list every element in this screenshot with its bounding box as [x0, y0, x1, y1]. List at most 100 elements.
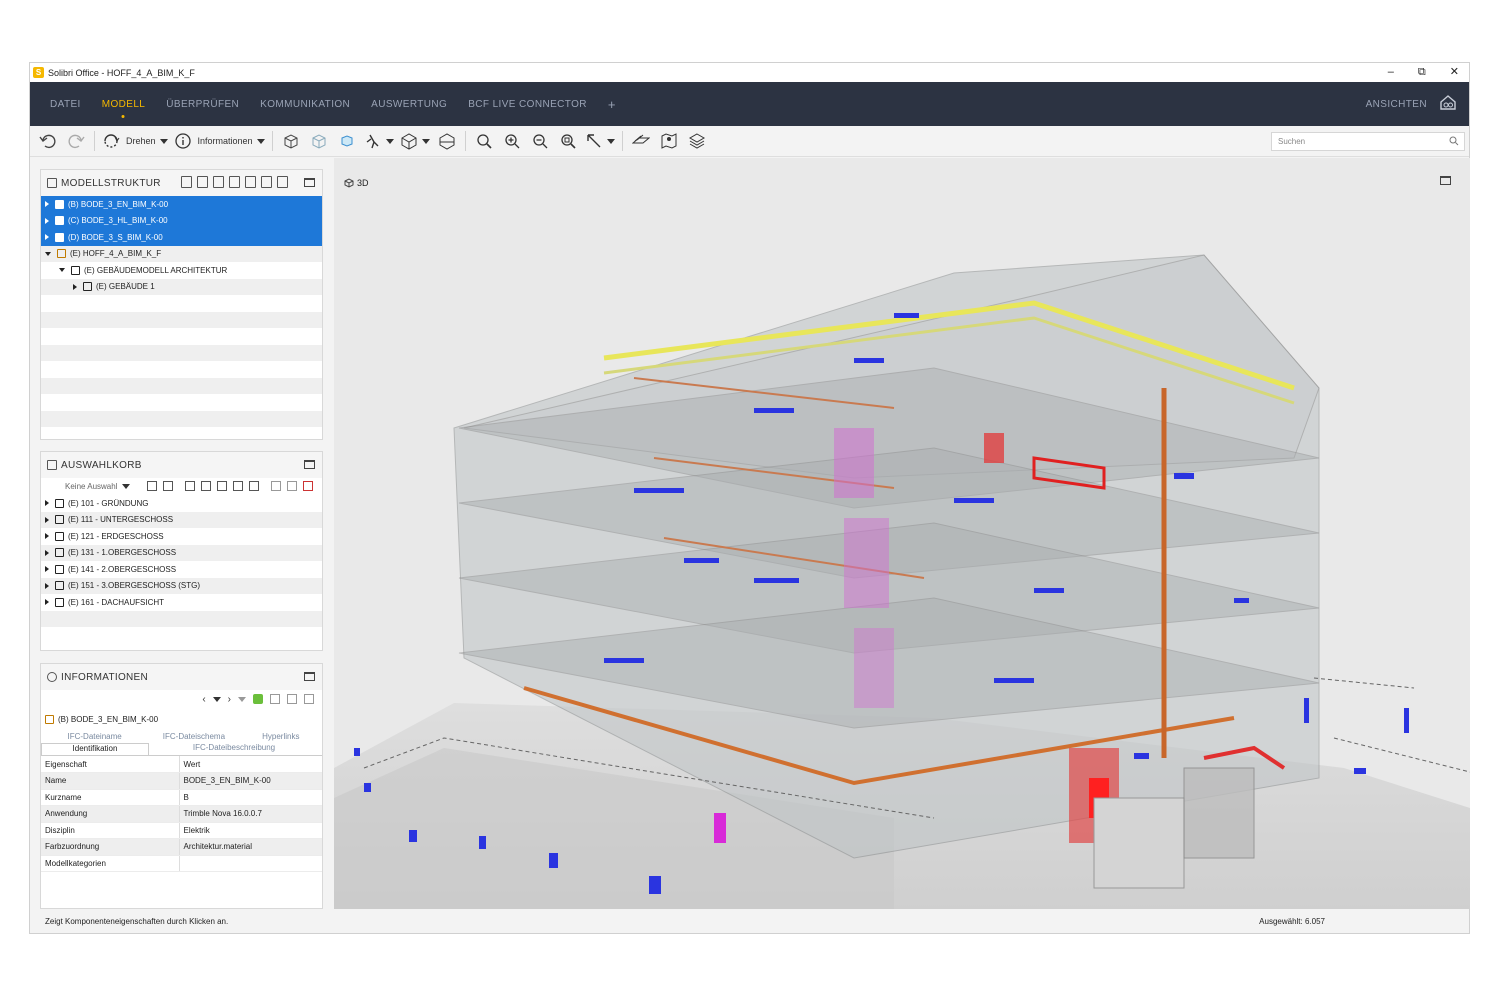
- tree-row[interactable]: (E) HOFF_4_A_BIM_K_F: [41, 245, 322, 262]
- zoom-out-icon[interactable]: [529, 130, 551, 152]
- collapse-arrow-icon[interactable]: [59, 268, 65, 273]
- classification-icon[interactable]: [213, 176, 224, 188]
- 3d-viewport[interactable]: 3D: [334, 158, 1470, 911]
- map-icon[interactable]: [658, 130, 680, 152]
- floor-row[interactable]: (E) 141 - 2.OBERGESCHOSS: [41, 561, 322, 578]
- transparency-icon[interactable]: [308, 130, 330, 152]
- expand-arrow-icon[interactable]: [45, 234, 49, 241]
- isolate-icon[interactable]: [336, 130, 358, 152]
- expand-arrow-icon[interactable]: [45, 217, 49, 224]
- show-components-icon[interactable]: [280, 130, 302, 152]
- export-icon[interactable]: [163, 481, 173, 491]
- tree-row[interactable]: (B) BODE_3_EN_BIM_K-00: [41, 196, 322, 213]
- redo-icon[interactable]: [65, 130, 87, 152]
- classification-icon[interactable]: [217, 481, 227, 491]
- expand-arrow-icon[interactable]: [45, 516, 49, 523]
- expand-arrow-icon[interactable]: [45, 582, 49, 589]
- hierarchy-icon[interactable]: [181, 176, 192, 188]
- basket-remove-icon[interactable]: [287, 481, 297, 491]
- expand-arrow-icon[interactable]: [45, 599, 49, 606]
- basket-clear-icon[interactable]: [303, 481, 313, 491]
- floor-row[interactable]: (E) 111 - UNTERGESCHOSS: [41, 511, 322, 528]
- undo-icon[interactable]: [37, 130, 59, 152]
- menu-ansichten[interactable]: ANSICHTEN: [1366, 99, 1427, 110]
- maximize-panel-icon[interactable]: [304, 672, 315, 681]
- table-row[interactable]: Modellkategorien: [41, 855, 322, 872]
- back-arrow-icon[interactable]: ‹: [202, 694, 205, 705]
- add-model-icon[interactable]: [261, 176, 272, 188]
- collapse-arrow-icon[interactable]: [45, 251, 51, 256]
- zoom-in-icon[interactable]: [501, 130, 523, 152]
- basket-add-icon[interactable]: [271, 481, 281, 491]
- layers-icon[interactable]: [686, 130, 708, 152]
- dropdown-caret-icon[interactable]: [122, 484, 131, 489]
- tree-row[interactable]: (E) GEBÄUDEMODELL ARCHITEKTUR: [41, 262, 322, 279]
- floor-row[interactable]: (E) 131 - 1.OBERGESCHOSS: [41, 544, 322, 561]
- building-model[interactable]: [334, 158, 1470, 911]
- table-row[interactable]: Farbzuordnung Architektur.material: [41, 838, 322, 856]
- expand-arrow-icon[interactable]: [45, 566, 49, 573]
- zoom-fit-icon[interactable]: [473, 130, 495, 152]
- tab-hyperlinks[interactable]: Hyperlinks: [240, 732, 322, 743]
- menu-kommunikation[interactable]: KOMMUNIKATION: [260, 99, 350, 110]
- update-model-icon[interactable]: [277, 176, 288, 188]
- zoom-window-icon[interactable]: [557, 130, 579, 152]
- basket-remove-icon[interactable]: [287, 694, 297, 704]
- tree-icon[interactable]: [201, 481, 211, 491]
- table-row[interactable]: Disziplin Elektrik: [41, 822, 322, 839]
- slab-icon[interactable]: [630, 130, 652, 152]
- floor-row[interactable]: (E) 161 - DACHAUFSICHT: [41, 594, 322, 611]
- walk-icon[interactable]: [364, 130, 394, 152]
- menu-modell[interactable]: MODELL: [102, 99, 146, 110]
- measure-icon[interactable]: [585, 130, 615, 152]
- open-model-icon[interactable]: [245, 176, 256, 188]
- views-home-icon[interactable]: [1439, 93, 1457, 116]
- menu-ueberpruefen[interactable]: ÜBERPRÜFEN: [166, 99, 239, 110]
- history-caret-icon[interactable]: [212, 696, 221, 702]
- maximize-panel-icon[interactable]: [304, 178, 315, 187]
- tab-ifc-description[interactable]: IFC-Dateibeschreibung: [149, 743, 319, 755]
- menu-auswertung[interactable]: AUSWERTUNG: [371, 99, 447, 110]
- hierarchy-icon[interactable]: [185, 481, 195, 491]
- tree-icon[interactable]: [197, 176, 208, 188]
- add-tab-button[interactable]: +: [608, 97, 616, 112]
- floor-row[interactable]: (E) 101 - GRÜNDUNG: [41, 495, 322, 512]
- expand-arrow-icon[interactable]: [45, 549, 49, 556]
- menu-bcf-live-connector[interactable]: BCF LIVE CONNECTOR: [468, 99, 587, 110]
- tree-row[interactable]: (C) BODE_3_HL_BIM_K-00: [41, 212, 322, 229]
- close-button[interactable]: ✕: [1450, 63, 1459, 82]
- table-row[interactable]: Kurzname B: [41, 789, 322, 806]
- tab-ifc-filename[interactable]: IFC-Dateiname: [41, 732, 148, 743]
- menu-datei[interactable]: DATEI: [50, 99, 81, 110]
- info-green-icon[interactable]: [253, 694, 263, 704]
- expand-arrow-icon[interactable]: [45, 201, 49, 208]
- forward-caret-icon[interactable]: [238, 696, 246, 702]
- table-row[interactable]: Name BODE_3_EN_BIM_K-00: [41, 772, 322, 790]
- expand-arrow-icon[interactable]: [73, 283, 77, 290]
- search-icon[interactable]: [1449, 136, 1459, 148]
- view-cube-icon[interactable]: [400, 130, 430, 152]
- import-icon[interactable]: [147, 481, 157, 491]
- restore-button[interactable]: ⧉: [1418, 63, 1426, 82]
- search-input[interactable]: Suchen: [1271, 132, 1465, 151]
- basket-add-icon[interactable]: [270, 694, 280, 704]
- filter-icon[interactable]: [229, 176, 240, 188]
- floor-row[interactable]: (E) 121 - ERDGESCHOSS: [41, 528, 322, 545]
- expand-arrow-icon[interactable]: [45, 500, 49, 507]
- cube-icon[interactable]: [249, 481, 259, 491]
- tab-ifc-schema[interactable]: IFC-Dateischema: [148, 732, 239, 743]
- maximize-panel-icon[interactable]: [304, 460, 315, 469]
- table-row[interactable]: Anwendung Trimble Nova 16.0.0.7: [41, 805, 322, 823]
- selection-dropdown[interactable]: Keine Auswahl: [65, 482, 117, 491]
- tab-identification[interactable]: Identifikation: [41, 743, 149, 755]
- basket-clear-icon[interactable]: [304, 694, 314, 704]
- expand-arrow-icon[interactable]: [45, 533, 49, 540]
- tree-row[interactable]: (D) BODE_3_S_BIM_K-00: [41, 229, 322, 246]
- forward-arrow-icon[interactable]: ›: [228, 694, 231, 705]
- filter-icon[interactable]: [233, 481, 243, 491]
- minimize-button[interactable]: –: [1388, 63, 1394, 82]
- rotate-button[interactable]: Drehen: [102, 130, 168, 152]
- floor-row[interactable]: (E) 151 - 3.OBERGESCHOSS (STG): [41, 577, 322, 594]
- information-button[interactable]: Informationen: [174, 130, 265, 152]
- section-box-icon[interactable]: [436, 130, 458, 152]
